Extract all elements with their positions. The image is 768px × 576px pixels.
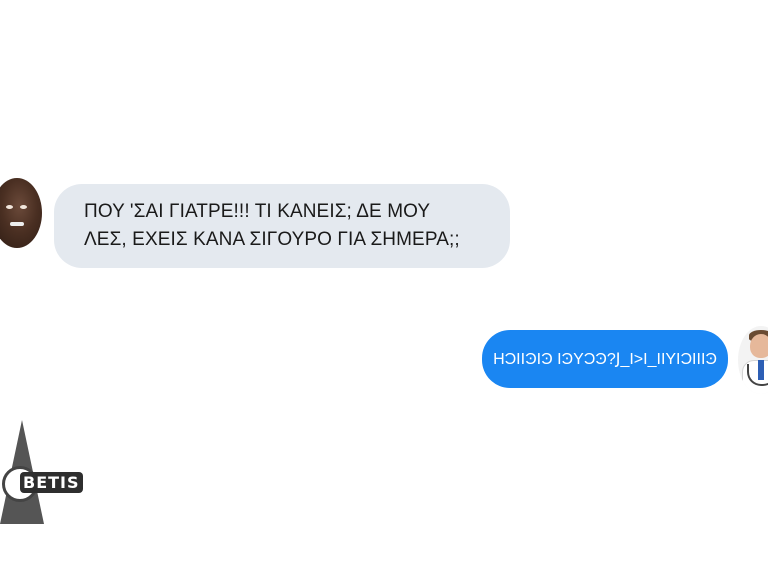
betis-logo-icon: BETIS <box>0 420 83 528</box>
incoming-message-line-2: ΛΕΣ, ΕΧΕΙΣ ΚΑΝΑ ΣΙΓΟΥΡΟ ΓΙΑ ΣΗΜΕΡΑ;; <box>84 229 460 250</box>
incoming-message-bubble[interactable]: ΠΟΥ 'ΣΑΙ ΓΙΑΤΡΕ!!! ΤΙ ΚΑΝΕΙΣ; ΔΕ ΜΟΥ ΛΕΣ… <box>54 184 510 268</box>
doctor-avatar-icon[interactable] <box>738 326 768 394</box>
watermark-text: BETIS <box>20 472 83 493</box>
outgoing-message-text: ΗϽΙΙϿΙϿ ΙϿΥϽϿ?Ϳ_Ι>Ι_ΙΙΥΙϽΙΙΙϿ <box>493 351 717 368</box>
outgoing-message-bubble[interactable]: ΗϽΙΙϿΙϿ ΙϿΥϽϿ?Ϳ_Ι>Ι_ΙΙΥΙϽΙΙΙϿ <box>482 330 728 388</box>
chat-screen: ΠΟΥ 'ΣΑΙ ΓΙΑΤΡΕ!!! ΤΙ ΚΑΝΕΙΣ; ΔΕ ΜΟΥ ΛΕΣ… <box>0 0 768 576</box>
man-avatar-icon[interactable] <box>0 178 42 248</box>
incoming-message-line-1: ΠΟΥ 'ΣΑΙ ΓΙΑΤΡΕ!!! ΤΙ ΚΑΝΕΙΣ; ΔΕ ΜΟΥ <box>84 201 431 222</box>
